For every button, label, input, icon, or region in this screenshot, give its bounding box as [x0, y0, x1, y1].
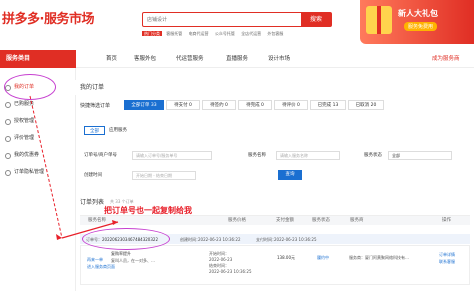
highlight-circle-my-orders [4, 74, 56, 100]
order-list-title: 订单列表 [80, 199, 105, 206]
service-name-label: 服务名称 [248, 153, 266, 158]
sidebar-item-label: 授权管理 [14, 118, 35, 124]
tab-pending-complete[interactable]: 待完成 0 [238, 100, 272, 110]
sidebar-item-label: 已购服务 [14, 101, 35, 107]
paid-time: 2022-06-23 10:36:25 [274, 237, 317, 242]
sidebar-item-reviews[interactable]: 评价管理 [0, 131, 76, 146]
category-menu[interactable]: 服务类目 [0, 50, 76, 68]
col-actions: 操作 [442, 218, 451, 223]
service-status-select[interactable]: 全部 [388, 151, 452, 160]
nav-customer-service[interactable]: 客服外包 [134, 50, 156, 68]
search-input[interactable] [143, 13, 301, 26]
subtab-app-service[interactable]: 应用服务 [104, 126, 132, 135]
col-provider: 服务商 [350, 218, 364, 223]
provider-name[interactable]: 服务商：厦门阿黄聚网络科技有… [349, 255, 409, 261]
newbie-gift-banner[interactable]: 新人大礼包 服务免费用 [360, 0, 474, 44]
service-name: 复购率提升 [111, 251, 131, 256]
tab-all-orders[interactable]: 全部订单 33 [124, 100, 164, 110]
contact-service-link[interactable]: 联系客服 [439, 259, 455, 265]
bag-icon [5, 102, 11, 108]
provider-page-link[interactable]: 进入服务商页面 [87, 264, 115, 270]
reorder-link[interactable]: 再来一单 [87, 257, 103, 263]
hot-item[interactable]: 公众号托管 [215, 31, 235, 36]
highlight-circle-order-number [82, 228, 170, 250]
tab-pending-sign[interactable]: 待签约 0 [202, 100, 236, 110]
hot-item[interactable]: 电商代运营 [189, 31, 209, 36]
tab-cancelled[interactable]: 已取消 20 [348, 100, 384, 110]
query-button[interactable]: 查询 [278, 170, 302, 180]
table-header: 服务名称 服务价格 支付金额 服务状态 服务商 操作 [80, 215, 470, 225]
star-icon [5, 136, 11, 142]
hot-item[interactable]: 全店代运营 [241, 31, 261, 36]
nav-live-service[interactable]: 直播服务 [226, 50, 248, 68]
search-box: 搜索 [142, 12, 332, 27]
nav-operation-service[interactable]: 代运营服务 [176, 50, 204, 68]
sidebar-item-label: 我的优惠券 [14, 152, 40, 158]
sidebar-item-privacy[interactable]: 订单隐私管理 [0, 165, 76, 180]
key-icon [5, 119, 11, 125]
hot-item[interactable]: 客服托管 [166, 31, 182, 36]
hot-keywords: 热门分类 客服托管 电商代运营 公众号托管 全店代运营 外包客服 [142, 31, 288, 37]
sidebar-item-auth[interactable]: 授权管理 [0, 114, 76, 129]
service-name-input[interactable]: 请输入服务名称 [276, 151, 340, 160]
created-time: 2022-06-23 10:36:22 [198, 237, 241, 242]
service-status-label: 服务状态 [364, 153, 382, 158]
lock-icon [5, 170, 11, 176]
paid-label: 支付时间： [256, 237, 276, 242]
main-content: 我的订单 快捷筛选订单 全部订单 33 待支付 0 待签约 0 待完成 0 待评… [80, 72, 470, 291]
sidebar-item-label: 评价管理 [14, 135, 35, 141]
tab-completed[interactable]: 已完成 13 [310, 100, 346, 110]
banner-cta[interactable]: 服务免费用 [404, 22, 438, 31]
sidebar-item-label: 订单隐私管理 [14, 169, 45, 175]
hot-item[interactable]: 外包客服 [267, 31, 283, 36]
order-detail-link[interactable]: 订单详情 [439, 252, 455, 258]
search-button[interactable]: 搜索 [301, 13, 331, 26]
col-service-name: 服务名称 [88, 218, 106, 223]
date-range-input[interactable]: 开始日期 - 结束日期 [132, 171, 196, 180]
brand-logo[interactable]: 拼多多·服务市场 [2, 8, 94, 27]
status-badge: 履约中 [317, 255, 329, 260]
nav-home[interactable]: 首页 [106, 50, 117, 68]
subtab-all[interactable]: 全部 [84, 126, 105, 135]
col-service-price: 服务价格 [228, 218, 246, 223]
order-no-label: 订单号/商户单号 [84, 153, 118, 158]
sidebar-item-coupons[interactable]: 我的优惠券 [0, 148, 76, 163]
quick-filter-label: 快捷筛选订单 [80, 103, 111, 109]
end-time: 2022-06-23 10:36:25 [209, 269, 252, 274]
col-status: 服务状态 [312, 218, 330, 223]
start-time: 2022-06-23 [209, 257, 233, 262]
col-pay-amount: 支付金额 [276, 218, 294, 223]
tab-pending-review[interactable]: 待评价 0 [274, 100, 308, 110]
become-provider-link[interactable]: 成为服务商 [432, 50, 460, 68]
coupon-icon [5, 153, 11, 159]
page-title: 我的订单 [80, 84, 105, 91]
pay-amount: 138.00元 [277, 255, 295, 260]
hot-tag: 热门分类 [142, 31, 162, 36]
banner-title: 新人大礼包 [398, 9, 438, 18]
service-desc: 复叫人员，在一对多、… [111, 258, 155, 263]
created-time-label: 创建时间 [84, 173, 102, 178]
order-no-input[interactable]: 请输入订单号/服务单号 [132, 151, 212, 160]
annotation-text: 把订单号也一起复制给我 [104, 206, 192, 215]
nav-design-market[interactable]: 设计市场 [268, 50, 290, 68]
gift-icon [366, 6, 392, 34]
tab-pending-pay[interactable]: 待支付 0 [166, 100, 200, 110]
order-row: 复购率提升 复叫人员，在一对多、… 再来一单 进入服务商页面 开始时间： 202… [80, 245, 470, 285]
created-label: 创建时间： [180, 237, 200, 242]
